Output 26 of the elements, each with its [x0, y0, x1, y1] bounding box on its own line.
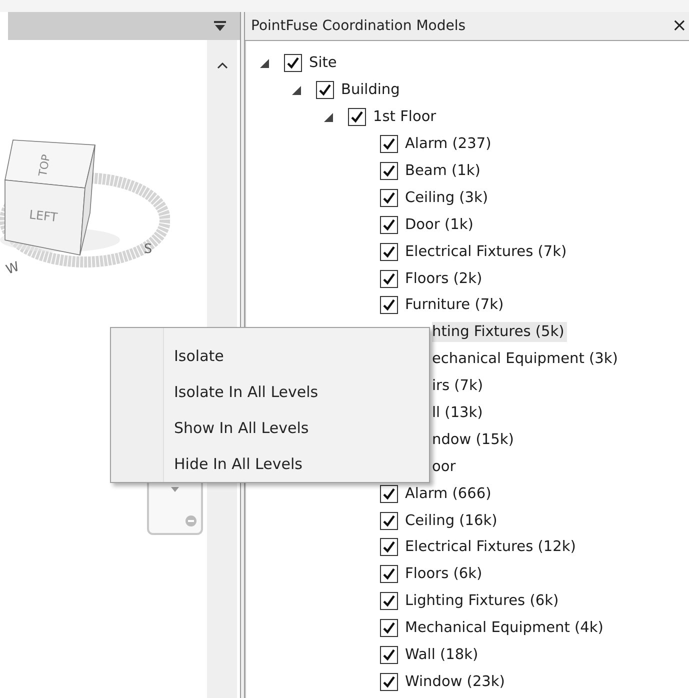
tree-item-label[interactable]: Site	[308, 53, 340, 74]
tree-item-label[interactable]: Floors (6k)	[404, 564, 486, 584]
tree-item-label[interactable]: Building	[340, 80, 403, 100]
tree-item-label[interactable]: Alarm (237)	[404, 134, 494, 154]
tree-item-label[interactable]: Lighting Fixtures (6k)	[404, 591, 562, 612]
tree-item-label[interactable]: Alarm (666)	[404, 484, 494, 504]
tree-item-label[interactable]: Floors (2k)	[404, 268, 486, 289]
panel-title: PointFuse Coordination Models	[251, 18, 466, 34]
tree-item-label[interactable]: ll (13k)	[432, 403, 486, 424]
menu-item[interactable]: Hide In All Levels	[174, 446, 318, 482]
tree-item-label[interactable]: Mechanical Equipment (4k)	[404, 618, 606, 638]
tree-item-label[interactable]: Door (1k)	[404, 214, 476, 235]
tree-item-label[interactable]: Beam (1k)	[404, 161, 484, 181]
tree-item-label[interactable]: Ceiling (3k)	[404, 188, 492, 208]
tree-item-label[interactable]: Electrical Fixtures (7k)	[404, 242, 570, 262]
tree-item-label[interactable]: Window (23k)	[404, 672, 508, 692]
tree-item-label[interactable]: Wall (18k)	[404, 645, 482, 666]
tree-item-label[interactable]: Furniture (7k)	[404, 295, 507, 316]
menu-item[interactable]: Isolate In All Levels	[174, 374, 318, 410]
tree-item-label[interactable]: 1st Floor	[372, 107, 440, 128]
tree-item-label[interactable]: Ceiling (16k)	[404, 510, 500, 531]
tree-item-label[interactable]: echanical Equipment (3k)	[432, 349, 621, 370]
tree-item-label[interactable]: Electrical Fixtures (12k)	[404, 537, 579, 558]
tree-item-label[interactable]: hting Fixtures (5k)	[432, 322, 568, 342]
menu-item[interactable]: Show In All Levels	[174, 410, 318, 446]
close-button[interactable]: ×	[672, 17, 687, 35]
